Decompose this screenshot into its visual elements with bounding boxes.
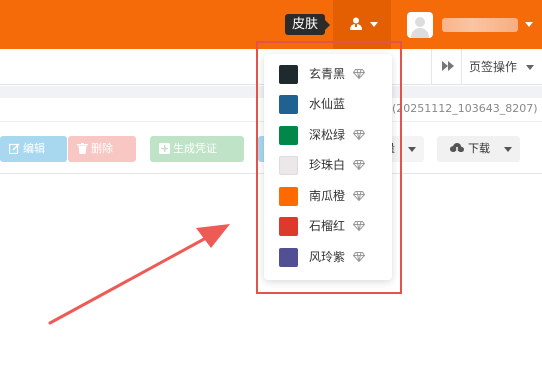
generate-voucher-label: 生成凭证 <box>173 142 217 155</box>
divider <box>431 49 432 85</box>
skin-tooltip: 皮肤 <box>285 14 331 35</box>
download-button[interactable]: 下载 <box>437 136 520 162</box>
edit-button[interactable]: 编辑 <box>0 136 67 162</box>
chevron-down-icon <box>504 147 512 152</box>
trash-icon <box>77 143 88 154</box>
edit-icon <box>9 143 20 154</box>
record-id: (20251112_103643_8207) <box>392 102 538 115</box>
avatar[interactable] <box>407 12 433 38</box>
delete-label: 删除 <box>91 142 113 155</box>
plus-square-icon <box>159 143 170 154</box>
page-ops-menu[interactable]: 页签操作 <box>469 58 517 76</box>
chevron-down-icon <box>526 65 534 70</box>
highlight-box <box>256 41 402 294</box>
edit-label: 编辑 <box>23 142 45 155</box>
fast-forward-icon[interactable] <box>441 60 455 72</box>
chevron-down-icon <box>408 147 416 152</box>
person-icon <box>350 17 362 30</box>
chevron-down-icon <box>370 22 378 27</box>
download-label: 下载 <box>468 142 490 155</box>
username-redacted[interactable] <box>442 18 518 32</box>
user-menu-chevron-icon[interactable] <box>525 22 533 27</box>
cloud-download-icon <box>450 143 464 154</box>
divider <box>461 49 462 85</box>
delete-button[interactable]: 删除 <box>68 136 136 162</box>
generate-voucher-button[interactable]: 生成凭证 <box>150 136 244 162</box>
